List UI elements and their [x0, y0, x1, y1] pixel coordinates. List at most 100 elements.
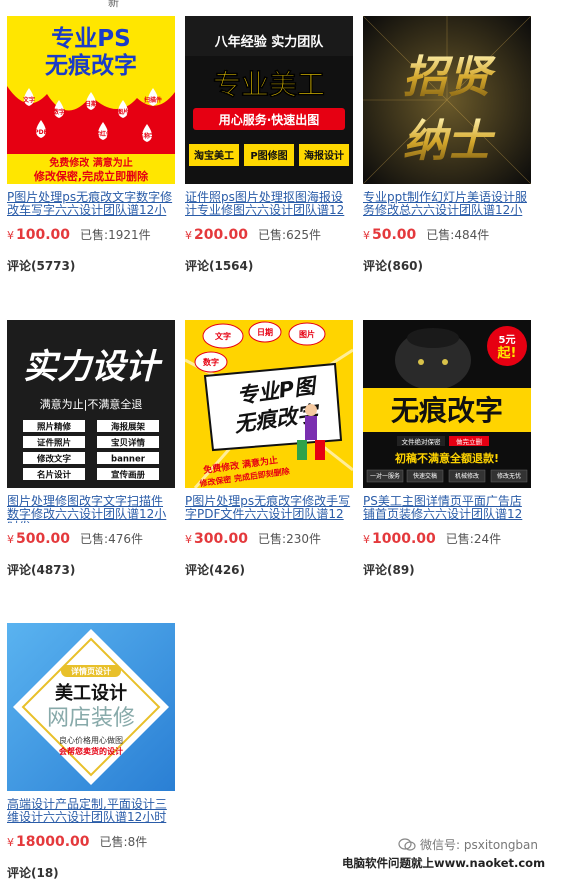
img-text-t1: 招贤 [403, 52, 496, 103]
price-line: ¥500.00 已售:476件 [7, 530, 143, 547]
img-text-t4: 会帮您卖货的设计 [59, 746, 123, 756]
drop-label: 数字 [53, 108, 65, 116]
currency-symbol: ¥ [7, 533, 14, 546]
product-price: 300.00 [194, 531, 249, 547]
drop-label: 名称字 [138, 132, 156, 140]
watermark-line2: 电脑软件问题就上www.naoket.com [342, 856, 546, 870]
currency-symbol: ¥ [185, 229, 192, 242]
price-line: ¥50.00 已售:484件 [363, 226, 489, 243]
review-count[interactable]: 评论(426) [185, 561, 245, 578]
review-count[interactable]: 评论(5773) [7, 257, 75, 274]
sold-count: 8件 [127, 835, 148, 849]
product-image[interactable]: 专业PS 无痕改字 文字 数字 日期 图片 扫描件 PDF 套红件 名称字 免费… [7, 16, 175, 184]
tag-label: 修改无忧 [497, 472, 521, 480]
sold-label: 已售: [426, 228, 455, 242]
tag-label: P图修图 [250, 149, 287, 162]
bubble-label: 数字 [203, 357, 219, 367]
img-text-t1: 实力设计 [23, 347, 163, 387]
product-image[interactable]: 5元 起! 无痕改字 文件绝对保密 做完立删 初稿不满意全额退款! 一对一服务 … [363, 320, 531, 488]
sold-count: 24件 [473, 532, 502, 546]
currency-symbol: ¥ [7, 229, 14, 242]
img-text-t2: 网店装修 [47, 706, 135, 731]
img-text-t2: 初稿不满意全额退款! [395, 451, 499, 465]
drop-label: 日期 [85, 100, 97, 108]
sold-count: 230件 [286, 532, 321, 546]
review-count[interactable]: 评论(860) [363, 257, 423, 274]
tag-label: 证件照片 [37, 438, 71, 449]
sold-count: 1921件 [108, 228, 151, 242]
img-text-l1: 专业PS [51, 25, 130, 52]
product-title-link[interactable]: P图片处理ps无痕改字修改手写字PDF文件六六设计团队谱12 [185, 495, 351, 523]
currency-symbol: ¥ [7, 836, 14, 849]
product-title-link[interactable]: 图片处理修图改字文字扫描件数字修改六六设计团队谱12小时发 [7, 495, 173, 523]
product-image[interactable]: 招贤 纳士 [363, 16, 531, 184]
sold-count: 484件 [454, 228, 490, 242]
review-count[interactable]: 评论(1564) [185, 257, 253, 274]
review-count[interactable]: 评论(89) [363, 561, 415, 578]
bubble-label: 文字 [215, 331, 231, 341]
tag-label: 修改文字 [36, 454, 72, 465]
product-title-link[interactable]: 高端设计产品定制,平面设计三维设计六六设计团队谱12小时 [7, 798, 173, 826]
product-title-link[interactable]: 证件照ps图片处理抠图海报设计专业修图六六设计团队谱12 [185, 191, 351, 219]
price-line: ¥300.00 已售:230件 [185, 530, 321, 547]
drop-label: 文字 [22, 96, 35, 104]
drop-label: 图片 [117, 108, 129, 116]
tag-label: 一对一服务 [370, 472, 400, 480]
sold-label: 已售: [445, 532, 474, 546]
watermark: 微信号: psxitongban 电脑软件问题就上www.naoket.com [342, 836, 578, 871]
top-strip: 新 [0, 0, 579, 8]
img-text-t1: 无痕改字 [391, 394, 503, 427]
product-image[interactable]: 八年经验 实力团队 专业美工 用心服务·快速出图 淘宝美工 P图修图 海报设计 [185, 16, 353, 184]
sold-label: 已售: [258, 532, 287, 546]
product-price: 200.00 [194, 227, 249, 243]
currency-symbol: ¥ [363, 229, 370, 242]
tag-label: 宣传画册 [111, 470, 146, 481]
bubble-label: 图片 [299, 329, 315, 339]
tag-label: 机械修改 [455, 472, 479, 480]
tag-label: 海报设计 [304, 149, 344, 162]
tag-label: 照片精修 [37, 422, 72, 433]
sold-label: 已售: [99, 835, 128, 849]
tag-label: 宝贝详情 [111, 438, 146, 449]
img-text-t2: 满意为止|不满意全退 [40, 397, 143, 411]
img-text-s2: 做完立删 [456, 437, 482, 446]
price-line: ¥1000.00 已售:24件 [363, 530, 501, 547]
product-image[interactable]: 详情页设计 美工设计 网店装修 良心价格用心做图 会帮您卖货的设计 [7, 623, 175, 791]
img-text-t0: 详情页设计 [71, 666, 111, 676]
wechat-icon [398, 837, 416, 851]
tag-label: 海报展架 [111, 422, 146, 433]
product-image[interactable]: 实力设计 满意为止|不满意全退 照片精修 海报展架 证件照片 宝贝详情 修改文字… [7, 320, 175, 488]
product-title-link[interactable]: 专业ppt制作幻灯片美语设计服务修改总六六设计团队谱12小 [363, 191, 529, 219]
bubble-label: 日期 [257, 327, 273, 337]
product-price: 18000.00 [16, 834, 90, 850]
img-text-b2: 修改保密,完成立即删除 [33, 169, 149, 183]
img-text-l2: 无痕改字 [45, 52, 137, 79]
tag-label: 快速交稿 [413, 472, 437, 480]
sold-label: 已售: [258, 228, 287, 242]
badge-text-2: 起! [497, 345, 517, 361]
img-text-t2: 专业美工 [213, 68, 325, 101]
currency-symbol: ¥ [363, 533, 370, 546]
price-line: ¥200.00 已售:625件 [185, 226, 321, 243]
currency-symbol: ¥ [185, 533, 192, 546]
price-line: ¥18000.00 已售:8件 [7, 833, 147, 850]
product-title-link[interactable]: P图片处理ps无痕改文字数字修改车写字六六设计团队谱12小 [7, 191, 173, 219]
product-price: 500.00 [16, 531, 71, 547]
tag-label: 名片设计 [37, 470, 72, 481]
img-text-t1: 八年经验 实力团队 [214, 34, 325, 50]
img-text-t1: 美工设计 [55, 682, 127, 704]
img-text-t3: 用心服务·快速出图 [218, 112, 320, 127]
review-count[interactable]: 评论(4873) [7, 561, 75, 578]
top-fragment: 新 [108, 0, 119, 8]
product-title-link[interactable]: PS美工主图详情页平面广告店铺首页装修六六设计团队谱12 [363, 495, 529, 523]
sold-label: 已售: [80, 532, 109, 546]
img-text-t2: 纳士 [403, 116, 496, 167]
product-image[interactable]: 文字 日期 图片 数字 专业P图 无痕改字 免费修改 满意为止 修改保密 完成后… [185, 320, 353, 488]
sold-count: 625件 [286, 228, 321, 242]
tag-label: banner [111, 455, 146, 465]
img-text-b1: 免费修改 满意为止 [49, 156, 132, 169]
price-line: ¥100.00 已售:1921件 [7, 226, 151, 243]
review-count[interactable]: 评论(18) [7, 864, 59, 881]
watermark-line1: 微信号: psxitongban [420, 838, 539, 852]
product-price: 1000.00 [372, 531, 436, 547]
